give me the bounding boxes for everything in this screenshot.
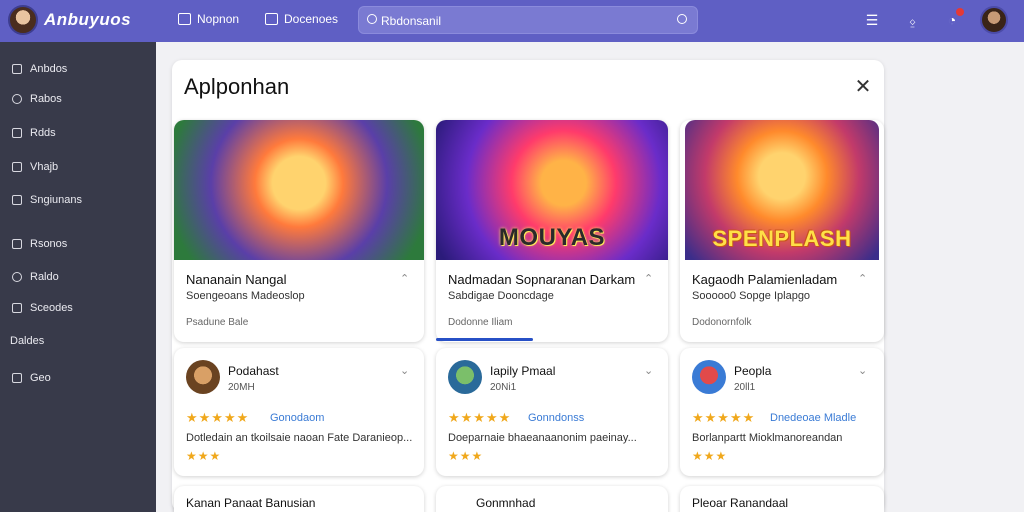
search-bar[interactable] (358, 6, 698, 34)
card-subtitle: Soengeoans Madeoslop (186, 290, 305, 302)
circle-icon (12, 94, 22, 104)
active-card-indicator (436, 338, 533, 341)
notification-dot (956, 8, 964, 16)
nav-label: Nopnon (197, 12, 240, 26)
reviewer-avatar (448, 360, 482, 394)
review-text: Dotledain an tkoilsaie naoan Fate Darani… (186, 432, 413, 444)
review-date: 20ll1 (734, 382, 756, 393)
sidebar-item-6[interactable]: Raldo (12, 271, 59, 283)
reviewer-avatar (692, 360, 726, 394)
chevron-icon[interactable]: ⌃ (644, 272, 653, 285)
review-link[interactable]: Gonodaom (270, 412, 324, 424)
nav-item-1[interactable]: Docenoes (265, 12, 338, 26)
image-icon (178, 13, 191, 25)
card-meta: Dodonne Iliam (448, 317, 513, 328)
nav-item-0[interactable]: Nopnon (178, 12, 239, 26)
reviewer-avatar (186, 360, 220, 394)
chevron-icon[interactable]: ⌃ (400, 272, 409, 285)
featured-card-0[interactable]: Nananain Nangal Soengeoans Madeoslop Psa… (174, 120, 424, 342)
checklist-icon[interactable]: ☰ (864, 12, 880, 28)
review-text: Borlanpartt Mioklmanoreandan (692, 432, 843, 444)
sidebar-item-7[interactable]: Sceodes (12, 302, 73, 314)
review-date: 20Ni1 (490, 382, 517, 393)
list-icon (12, 303, 22, 313)
review-card-2[interactable]: Peopla 20ll1 ★★★★★ Dnedeoae Mladle Borla… (680, 348, 884, 476)
bottom-card-1[interactable]: Gonmnhad (436, 486, 668, 512)
helpful-stars: ★★★ (448, 449, 484, 463)
rating-stars: ★★★★★ (448, 410, 512, 425)
reviewer-name: Peopla (734, 364, 772, 378)
arrow-icon (12, 373, 22, 383)
card-title: Kagaodh Palamienladam (692, 272, 838, 287)
pin-icon (12, 239, 22, 249)
game-thumbnail: MOUYAS (436, 120, 668, 260)
sidebar-item-1[interactable]: Rabos (12, 93, 62, 105)
card-subtitle: Sooooo0 Sopge Iplapgo (692, 290, 811, 302)
review-link[interactable]: Dnedeoae Mladle (770, 412, 856, 424)
game-thumbnail (174, 120, 424, 260)
search-icon (367, 14, 377, 24)
card-subtitle: Sabdigae Dooncdage (448, 290, 554, 302)
brand-logo[interactable] (8, 5, 38, 35)
card-title: Pleoar Ranandaal (692, 496, 789, 510)
close-icon[interactable]: ✕ (852, 76, 874, 98)
dialog-title: Aplponhan (184, 74, 290, 99)
reviewer-name: Iapily Pmaal (490, 364, 556, 378)
card-title: Nananain Nangal (186, 272, 287, 287)
triangle-icon (12, 162, 22, 172)
grid-icon (265, 13, 278, 25)
chevron-icon[interactable]: ⌄ (644, 364, 653, 377)
search-submit-icon[interactable] (677, 14, 687, 24)
sidebar-item-0[interactable]: Anbdos (12, 63, 67, 75)
review-card-1[interactable]: Iapily Pmaal 20Ni1 ★★★★★ Gonndonss Doepa… (436, 348, 668, 476)
chevron-icon[interactable]: ⌃ (858, 272, 867, 285)
featured-card-2[interactable]: SPENPLASH Kagaodh Palamienladam Sooooo0 … (680, 120, 884, 342)
sidebar-item-5[interactable]: Rsonos (12, 238, 67, 250)
user-avatar[interactable] (980, 6, 1008, 34)
sidebar-item-3[interactable]: Vhajb (12, 161, 58, 173)
review-date: 20MH (228, 382, 255, 393)
search-icon (12, 272, 22, 282)
nav-label: Docenoes (284, 12, 339, 26)
sidebar-item-2[interactable]: Rdds (12, 127, 56, 139)
rating-stars: ★★★★★ (186, 410, 250, 425)
card-meta: Psadune Bale (186, 317, 249, 328)
app-title: Anbuyuos (44, 10, 132, 29)
helpful-stars: ★★★ (186, 449, 222, 463)
chevron-icon[interactable]: ⌄ (858, 364, 867, 377)
bottom-card-0[interactable]: Kanan Panaat Banusian (174, 486, 424, 512)
bell-icon[interactable]: ⍚ (905, 12, 921, 28)
featured-card-1[interactable]: MOUYAS Nadmadan Sopnaranan Darkam Sabdig… (436, 120, 668, 342)
review-link[interactable]: Gonndonss (528, 412, 584, 424)
card-title: Gonmnhad (476, 496, 536, 510)
sidebar-item-8[interactable]: Daldes (10, 335, 44, 347)
review-text: Doeparnaie bhaeanaanonim paeinay... (448, 432, 637, 444)
bell-icon (12, 128, 22, 138)
search-input[interactable] (381, 11, 671, 30)
reviewer-name: Podahast (228, 364, 279, 378)
document-icon (12, 195, 22, 205)
rating-stars: ★★★★★ (692, 410, 756, 425)
card-title: Kanan Panaat Banusian (186, 496, 316, 510)
home-icon (12, 64, 22, 74)
review-card-0[interactable]: Podahast 20MH ★★★★★ Gonodaom Dotledain a… (174, 348, 424, 476)
bottom-card-2[interactable]: Pleoar Ranandaal (680, 486, 884, 512)
sidebar-item-9[interactable]: Geo (12, 372, 51, 384)
chevron-icon[interactable]: ⌄ (400, 364, 409, 377)
game-thumbnail: SPENPLASH (685, 120, 879, 260)
helpful-stars: ★★★ (692, 449, 728, 463)
card-meta: Dodonornfolk (692, 317, 752, 328)
card-title: Nadmadan Sopnaranan Darkam (448, 272, 636, 287)
sidebar-item-4[interactable]: Sngiunans (12, 194, 82, 206)
